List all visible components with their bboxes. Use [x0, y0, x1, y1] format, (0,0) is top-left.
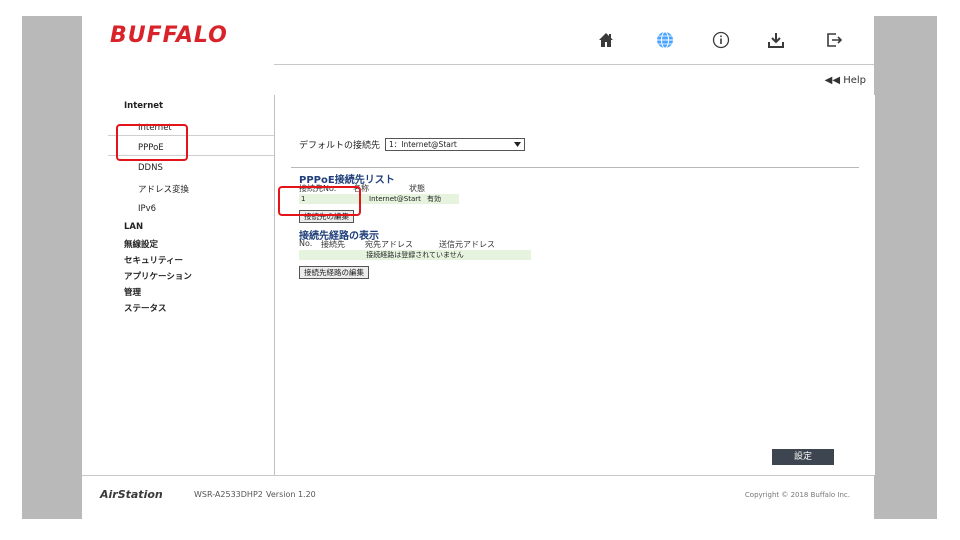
sidebar-item-internet[interactable]: Internet — [124, 101, 274, 111]
col-route-connection: 接続先 — [321, 240, 345, 249]
col-route-no: No. — [299, 239, 313, 248]
model-name: WSR-A2533DHP2 — [194, 490, 263, 499]
col-status: 状態 — [409, 184, 425, 193]
sidebar-item-admin[interactable]: 管理 — [124, 286, 274, 298]
buffalo-logo: BUFFALO — [110, 23, 228, 48]
sidebar-item-status[interactable]: ステータス — [124, 302, 274, 314]
sidebar-item-lan[interactable]: LAN — [124, 222, 274, 232]
airstation-brand: AirStation — [100, 488, 163, 501]
highlight-pppoe — [116, 124, 188, 161]
help-link[interactable]: ◀◀ Help — [825, 75, 866, 86]
sidebar-item-label: IPv6 — [138, 204, 157, 214]
default-connection-label: デフォルトの接続先 — [299, 141, 381, 151]
download-icon[interactable] — [766, 30, 786, 50]
sidebar-item-wireless[interactable]: 無線設定 — [124, 238, 274, 250]
col-destination-address: 宛先アドレス — [365, 240, 413, 249]
edit-route-button[interactable]: 接続先経路の編集 — [299, 266, 369, 279]
info-icon[interactable] — [711, 30, 731, 50]
sidebar-item-security[interactable]: セキュリティー — [124, 254, 274, 266]
highlight-edit-connection — [278, 186, 361, 216]
apply-settings-button[interactable]: 設定 — [772, 449, 834, 465]
divider — [291, 167, 859, 168]
sidebar-item-applications[interactable]: アプリケーション — [124, 270, 274, 282]
router-admin-window: BUFFALO ◀◀ Help Internet Internet PPPoE … — [82, 16, 875, 520]
home-icon[interactable] — [596, 30, 616, 50]
logout-icon[interactable] — [824, 30, 844, 50]
chevron-down-icon — [514, 142, 521, 147]
globe-icon[interactable] — [655, 30, 675, 50]
sidebar-item-label: アドレス変換 — [138, 185, 190, 195]
copyright: Copyright © 2018 Buffalo Inc. — [744, 491, 850, 499]
select-value: 1：Internet@Start — [389, 140, 457, 149]
cell-name: Internet@Start — [369, 195, 421, 203]
default-connection-select[interactable]: 1：Internet@Start — [385, 138, 525, 151]
main-content: デフォルトの接続先 1：Internet@Start PPPoE接続先リスト 接… — [274, 95, 875, 475]
table-row: 接続経路は登録されていません — [299, 250, 531, 260]
firmware-version: Version 1.20 — [266, 490, 316, 499]
cell-status: 有効 — [427, 195, 441, 203]
footer: AirStation WSR-A2533DHP2 Version 1.20 Co… — [82, 475, 874, 520]
sidebar-item-label: DDNS — [138, 163, 163, 173]
col-source-address: 送信元アドレス — [439, 240, 495, 249]
top-header: BUFFALO — [82, 16, 874, 65]
